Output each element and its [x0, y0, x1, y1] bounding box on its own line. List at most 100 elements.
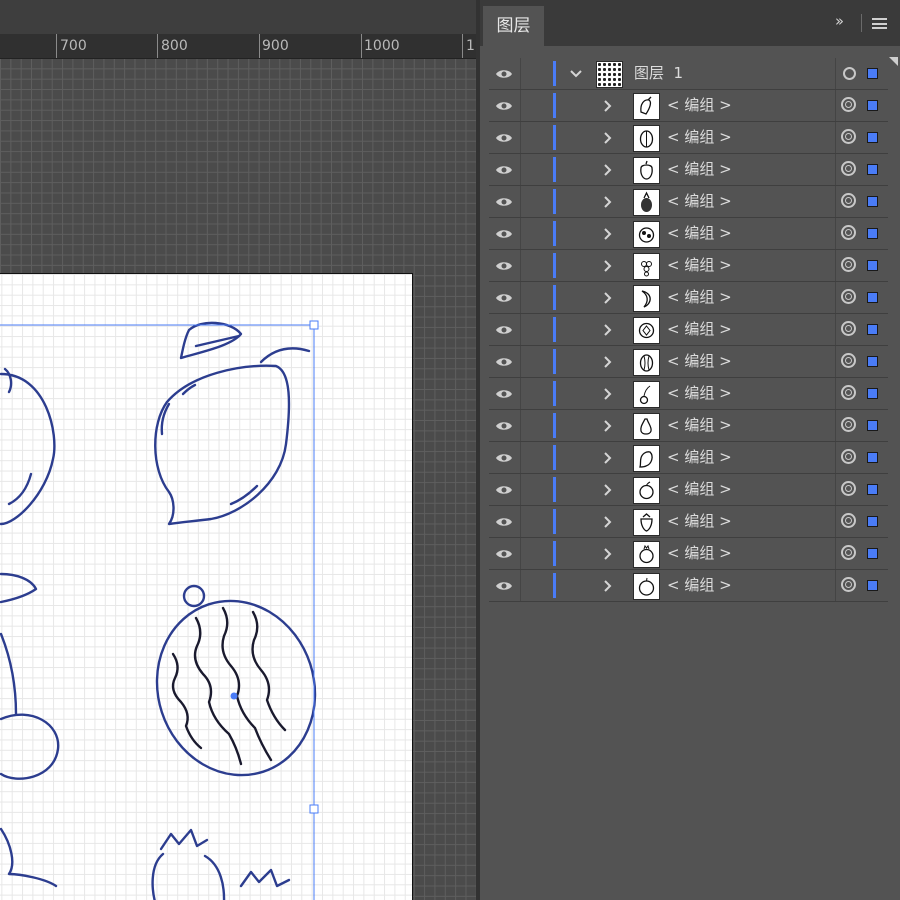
chevron-right-icon[interactable]: [601, 538, 615, 569]
eye-icon[interactable]: [493, 90, 515, 121]
eye-icon[interactable]: [493, 346, 515, 377]
target-circle-icon[interactable]: [841, 257, 856, 272]
chevron-down-icon[interactable]: [569, 58, 583, 89]
layer-row[interactable]: < 编组 >: [489, 538, 888, 570]
layer-name[interactable]: 图层 1: [634, 58, 683, 89]
target-circle-icon[interactable]: [843, 67, 856, 80]
chevron-right-icon[interactable]: [601, 346, 615, 377]
eye-icon[interactable]: [493, 186, 515, 217]
chevron-right-icon[interactable]: [601, 474, 615, 505]
selection-indicator[interactable]: [867, 68, 878, 79]
layer-row[interactable]: < 编组 >: [489, 410, 888, 442]
chevron-right-icon[interactable]: [601, 314, 615, 345]
layer-row[interactable]: < 编组 >: [489, 314, 888, 346]
target-circle-icon[interactable]: [841, 193, 856, 208]
selection-indicator[interactable]: [867, 516, 878, 527]
target-circle-icon[interactable]: [841, 385, 856, 400]
group-label[interactable]: < 编组 >: [667, 474, 732, 505]
hamburger-menu-icon[interactable]: [872, 18, 887, 29]
target-circle-icon[interactable]: [841, 417, 856, 432]
eye-icon[interactable]: [493, 218, 515, 249]
target-circle-icon[interactable]: [841, 577, 856, 592]
layer-row[interactable]: < 编组 >: [489, 250, 888, 282]
group-label[interactable]: < 编组 >: [667, 90, 732, 121]
artboard[interactable]: [0, 273, 413, 900]
target-circle-icon[interactable]: [841, 545, 856, 560]
selection-indicator[interactable]: [867, 228, 878, 239]
selection-indicator[interactable]: [867, 260, 878, 271]
group-label[interactable]: < 编组 >: [667, 346, 732, 377]
chevron-right-icon[interactable]: [601, 154, 615, 185]
layer-row[interactable]: < 编组 >: [489, 474, 888, 506]
group-label[interactable]: < 编组 >: [667, 218, 732, 249]
eye-icon[interactable]: [493, 410, 515, 441]
eye-icon[interactable]: [493, 282, 515, 313]
chevron-right-icon[interactable]: [601, 218, 615, 249]
group-label[interactable]: < 编组 >: [667, 122, 732, 153]
layer-row[interactable]: < 编组 >: [489, 346, 888, 378]
chevron-right-icon[interactable]: [601, 410, 615, 441]
target-circle-icon[interactable]: [841, 225, 856, 240]
layer-row[interactable]: < 编组 >: [489, 122, 888, 154]
eye-icon[interactable]: [493, 314, 515, 345]
eye-icon[interactable]: [493, 538, 515, 569]
group-label[interactable]: < 编组 >: [667, 314, 732, 345]
group-label[interactable]: < 编组 >: [667, 250, 732, 281]
layer-row[interactable]: < 编组 >: [489, 186, 888, 218]
group-label[interactable]: < 编组 >: [667, 410, 732, 441]
eye-icon[interactable]: [493, 122, 515, 153]
selection-indicator[interactable]: [867, 356, 878, 367]
eye-icon[interactable]: [493, 154, 515, 185]
layer-row[interactable]: < 编组 >: [489, 218, 888, 250]
group-label[interactable]: < 编组 >: [667, 186, 732, 217]
selection-indicator[interactable]: [867, 132, 878, 143]
selection-indicator[interactable]: [867, 388, 878, 399]
layer-row[interactable]: < 编组 >: [489, 506, 888, 538]
chevron-right-icon[interactable]: [601, 282, 615, 313]
chevron-right-icon[interactable]: [601, 250, 615, 281]
group-label[interactable]: < 编组 >: [667, 442, 732, 473]
target-circle-icon[interactable]: [841, 97, 856, 112]
selection-indicator[interactable]: [867, 484, 878, 495]
target-circle-icon[interactable]: [841, 481, 856, 496]
selection-indicator[interactable]: [867, 420, 878, 431]
chevron-right-icon[interactable]: [601, 90, 615, 121]
target-circle-icon[interactable]: [841, 353, 856, 368]
group-label[interactable]: < 编组 >: [667, 506, 732, 537]
eye-icon[interactable]: [493, 570, 515, 601]
target-circle-icon[interactable]: [841, 321, 856, 336]
chevron-right-icon[interactable]: [601, 506, 615, 537]
tab-layers[interactable]: 图层: [483, 6, 544, 46]
eye-icon[interactable]: [493, 250, 515, 281]
chevron-right-icon[interactable]: [601, 378, 615, 409]
eye-icon[interactable]: [493, 506, 515, 537]
group-label[interactable]: < 编组 >: [667, 378, 732, 409]
eye-icon[interactable]: [493, 442, 515, 473]
double-chevron-right-icon[interactable]: ››: [835, 12, 844, 30]
selection-indicator[interactable]: [867, 196, 878, 207]
selection-indicator[interactable]: [867, 580, 878, 591]
chevron-right-icon[interactable]: [601, 186, 615, 217]
group-label[interactable]: < 编组 >: [667, 538, 732, 569]
eye-icon[interactable]: [493, 378, 515, 409]
target-circle-icon[interactable]: [841, 513, 856, 528]
group-label[interactable]: < 编组 >: [667, 154, 732, 185]
target-circle-icon[interactable]: [841, 161, 856, 176]
fruit-illustration-group[interactable]: [0, 274, 412, 900]
selection-indicator[interactable]: [867, 292, 878, 303]
layer-row[interactable]: < 编组 >: [489, 442, 888, 474]
target-circle-icon[interactable]: [841, 129, 856, 144]
layer-row[interactable]: < 编组 >: [489, 282, 888, 314]
selection-indicator[interactable]: [867, 100, 878, 111]
layer-row[interactable]: < 编组 >: [489, 570, 888, 602]
group-label[interactable]: < 编组 >: [667, 282, 732, 313]
chevron-right-icon[interactable]: [601, 570, 615, 601]
eye-icon[interactable]: [493, 58, 515, 89]
artboard-canvas[interactable]: 700 800 900 1000 1: [0, 0, 478, 900]
eye-icon[interactable]: [493, 474, 515, 505]
selection-indicator[interactable]: [867, 452, 878, 463]
target-circle-icon[interactable]: [841, 449, 856, 464]
chevron-right-icon[interactable]: [601, 122, 615, 153]
selection-indicator[interactable]: [867, 548, 878, 559]
horizontal-ruler[interactable]: 700 800 900 1000 1: [0, 34, 478, 59]
